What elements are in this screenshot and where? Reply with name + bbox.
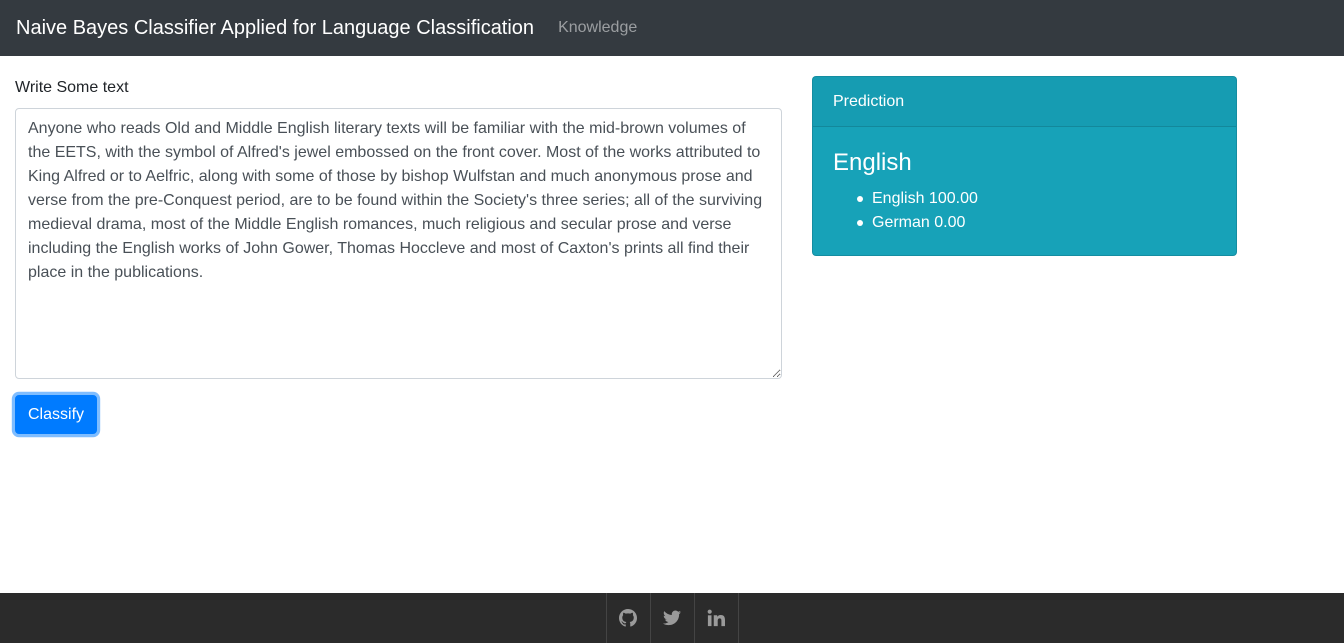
score-text: English 100.00 <box>872 190 978 207</box>
bullet-icon <box>857 196 863 202</box>
text-input[interactable]: Anyone who reads Old and Middle English … <box>15 108 782 379</box>
predicted-language: English <box>833 149 912 176</box>
github-icon <box>619 609 637 627</box>
input-section: Write Some text Anyone who reads Old and… <box>15 76 782 434</box>
prediction-card-header: Prediction <box>813 77 1236 127</box>
github-link[interactable] <box>607 593 651 643</box>
score-item: English 100.00 <box>857 187 1216 211</box>
text-input-label: Write Some text <box>15 79 129 96</box>
prediction-card-body: English English 100.00 German 0.00 <box>813 127 1236 255</box>
page-footer <box>0 593 1344 643</box>
social-links <box>605 593 739 643</box>
twitter-link[interactable] <box>651 593 695 643</box>
linkedin-link[interactable] <box>695 593 739 643</box>
bullet-icon <box>857 220 863 226</box>
score-list: English 100.00 German 0.00 <box>833 187 1216 235</box>
linkedin-icon <box>707 609 725 627</box>
prediction-card: Prediction English English 100.00 German… <box>812 76 1237 256</box>
twitter-icon <box>663 610 681 626</box>
nav-link-knowledge[interactable]: Knowledge <box>558 19 637 37</box>
top-navbar: Naive Bayes Classifier Applied for Langu… <box>0 0 1344 56</box>
score-text: German 0.00 <box>872 214 966 231</box>
classify-button[interactable]: Classify <box>15 395 98 434</box>
score-item: German 0.00 <box>857 211 1216 235</box>
brand-title[interactable]: Naive Bayes Classifier Applied for Langu… <box>16 13 534 43</box>
